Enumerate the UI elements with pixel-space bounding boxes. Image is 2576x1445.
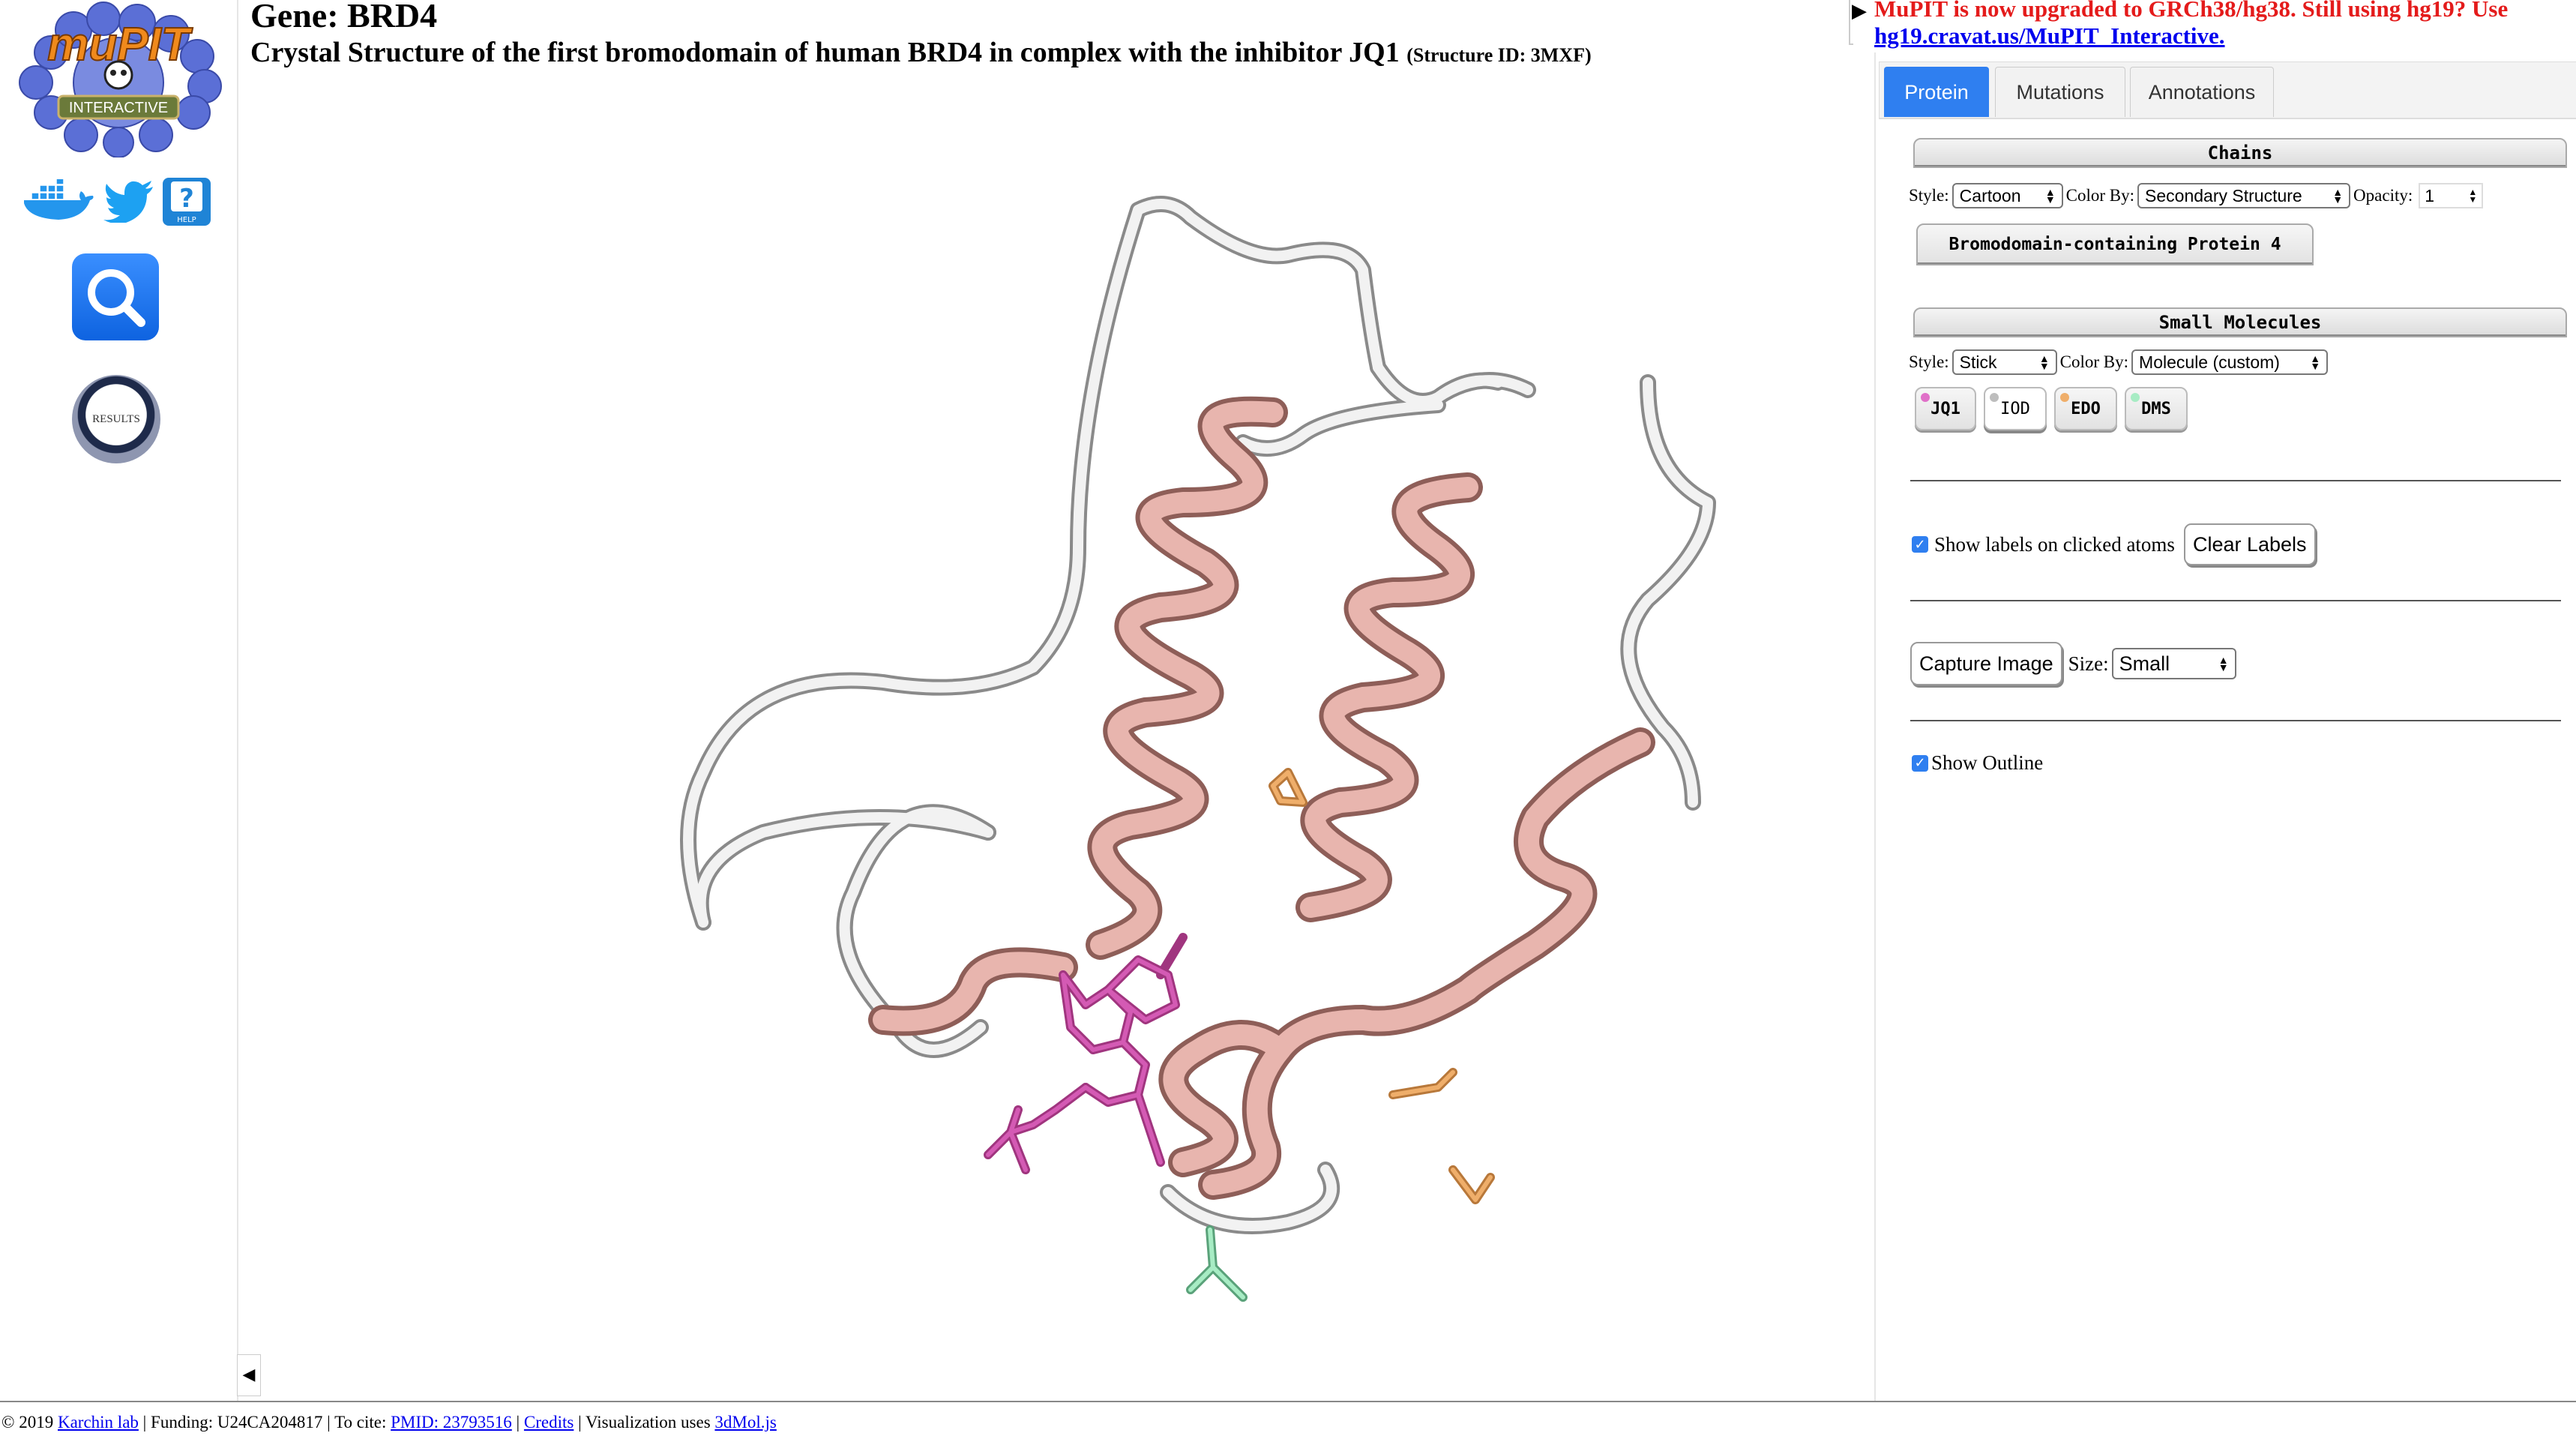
footer-funding: | Funding: U24CA204817 | To cite: bbox=[138, 1413, 391, 1432]
select-arrows-icon: ▲ ▼ bbox=[2218, 654, 2229, 673]
show-labels-checkbox[interactable]: ✓ bbox=[1912, 536, 1928, 553]
results-button[interactable]: RESULTS bbox=[72, 375, 160, 463]
karchin-lab-link[interactable]: Karchin lab bbox=[58, 1413, 139, 1432]
select-arrows-icon: ▲ ▼ bbox=[2310, 352, 2321, 372]
chains-colorby-select[interactable]: Secondary Structure ▲ ▼ bbox=[2137, 183, 2351, 208]
color-dot bbox=[1990, 393, 1999, 402]
show-outline-row: ✓ Show Outline bbox=[1912, 751, 2043, 775]
collapse-sidebar-button[interactable]: ◀ bbox=[237, 1354, 261, 1396]
search-icon bbox=[88, 269, 145, 327]
size-select[interactable]: Small ▲ ▼ bbox=[2111, 648, 2236, 679]
twitter-icon[interactable] bbox=[103, 181, 154, 226]
help-label: HELP bbox=[177, 216, 196, 224]
3dmol-link[interactable]: 3dMol.js bbox=[714, 1413, 776, 1432]
footer-copyright: © 2019 bbox=[1, 1413, 58, 1432]
molecule-buttons: JQ1 IOD EDO DMS bbox=[1915, 387, 2215, 432]
chains-colorby-value: Secondary Structure bbox=[2145, 185, 2302, 205]
upgrade-notice: MuPIT is now upgraded to GRCh38/hg38. St… bbox=[1874, 0, 2564, 49]
structure-title-text: Crystal Structure of the first bromodoma… bbox=[250, 37, 1400, 68]
molecule-button-dms[interactable]: DMS bbox=[2125, 387, 2188, 430]
clear-labels-button[interactable]: Clear Labels bbox=[2183, 523, 2316, 565]
size-label: Size: bbox=[2068, 652, 2109, 675]
molecules-style-select[interactable]: Stick ▲ ▼ bbox=[1951, 349, 2057, 375]
social-links: ? HELP bbox=[21, 177, 211, 230]
chains-style-select[interactable]: Cartoon ▲ ▼ bbox=[1951, 183, 2063, 208]
results-label: RESULTS bbox=[92, 412, 140, 425]
chains-style-label: Style: bbox=[1909, 186, 1949, 205]
chains-colorby-label: Color By: bbox=[2065, 186, 2135, 205]
panel-divider bbox=[1874, 52, 1876, 1402]
divider bbox=[1910, 600, 2561, 601]
color-dot bbox=[2060, 393, 2069, 402]
molecule-button-jq1[interactable]: JQ1 bbox=[1915, 387, 1976, 430]
capture-row: Capture Image Size: Small ▲ ▼ bbox=[1910, 642, 2239, 685]
molecules-colorby-label: Color By: bbox=[2059, 352, 2129, 371]
show-labels-row: ✓ Show labels on clicked atoms Clear Lab… bbox=[1912, 523, 2316, 565]
stepper-icon: ▲ ▼ bbox=[2468, 187, 2478, 205]
mupit-logo[interactable]: muPIT INTERACTIVE bbox=[6, 0, 231, 158]
molecule-label: IOD bbox=[2000, 399, 2030, 418]
tab-mutations[interactable]: Mutations bbox=[1995, 67, 2125, 117]
select-arrows-icon: ▲ ▼ bbox=[2044, 186, 2056, 205]
color-dot bbox=[2131, 393, 2140, 402]
select-arrows-icon: ▲ ▼ bbox=[2332, 186, 2344, 205]
opacity-value: 1 bbox=[2425, 185, 2435, 205]
molecules-colorby-select[interactable]: Molecule (custom) ▲ ▼ bbox=[2131, 349, 2329, 375]
chains-style-row: Style: Cartoon ▲ ▼ Color By: Secondary Str… bbox=[1909, 183, 2484, 208]
molecule-label: JQ1 bbox=[1931, 399, 1960, 418]
logo-subtitle: INTERACTIVE bbox=[69, 100, 168, 116]
show-outline-label: Show Outline bbox=[1931, 751, 2044, 774]
search-button[interactable] bbox=[72, 253, 159, 340]
gene-title: Gene: BRD4 bbox=[250, 0, 438, 34]
docker-icon[interactable] bbox=[21, 177, 96, 228]
molecule-button-iod[interactable]: IOD bbox=[1984, 387, 2047, 430]
pmid-link[interactable]: PMID: 23793516 bbox=[391, 1413, 512, 1432]
help-icon[interactable]: ? HELP bbox=[162, 177, 211, 230]
right-panel: Protein Mutations Annotations Chains Sty… bbox=[1879, 57, 2576, 1399]
notice-toggle-icon[interactable]: ▶ bbox=[1852, 0, 1867, 22]
small-molecules-header: Small Molecules bbox=[1913, 307, 2567, 337]
chain-button-brd4[interactable]: Bromodomain-containing Protein 4 bbox=[1916, 223, 2314, 265]
chains-style-value: Cartoon bbox=[1959, 185, 2021, 205]
show-outline-checkbox[interactable]: ✓ bbox=[1912, 754, 1928, 772]
molecule-label: DMS bbox=[2141, 399, 2171, 418]
opacity-input[interactable]: 1 ▲ ▼ bbox=[2419, 183, 2484, 208]
left-sidebar: muPIT INTERACTIVE ? HELP RESULTS bbox=[0, 0, 238, 1401]
size-value: Small bbox=[2119, 652, 2170, 675]
hg19-link[interactable]: hg19.cravat.us/MuPIT_Interactive. bbox=[1874, 22, 2225, 49]
footer-text: © 2019 Karchin lab | Funding: U24CA20481… bbox=[1, 1413, 777, 1432]
tab-annotations[interactable]: Annotations bbox=[2130, 67, 2274, 117]
capture-image-button[interactable]: Capture Image bbox=[1910, 642, 2062, 685]
footer: © 2019 Karchin lab | Funding: U24CA20481… bbox=[0, 1401, 2576, 1445]
notice-text: MuPIT is now upgraded to GRCh38/hg38. St… bbox=[1874, 0, 2509, 22]
molecules-style-row: Style: Stick ▲ ▼ Color By: Molecule (custo… bbox=[1909, 349, 2331, 375]
footer-separator: | bbox=[511, 1413, 524, 1432]
select-arrows-icon: ▲ ▼ bbox=[2038, 352, 2050, 372]
tab-bar: Protein Mutations Annotations bbox=[1879, 61, 2576, 119]
svg-text:?: ? bbox=[179, 184, 194, 214]
molecules-style-label: Style: bbox=[1909, 352, 1949, 371]
show-labels-label: Show labels on clicked atoms bbox=[1934, 532, 2175, 556]
opacity-label: Opacity: bbox=[2353, 186, 2413, 205]
divider bbox=[1910, 720, 2561, 721]
color-dot bbox=[1921, 393, 1930, 402]
molecules-colorby-value: Molecule (custom) bbox=[2139, 352, 2280, 372]
chains-header: Chains bbox=[1913, 138, 2567, 168]
divider bbox=[1910, 480, 2561, 481]
molecule-label: EDO bbox=[2071, 399, 2101, 418]
molecule-button-edo[interactable]: EDO bbox=[2054, 387, 2117, 430]
molecules-style-value: Stick bbox=[1959, 352, 1997, 372]
molecule-viewer[interactable] bbox=[238, 82, 1873, 1387]
structure-id: (Structure ID: 3MXF) bbox=[1406, 44, 1592, 66]
tab-protein[interactable]: Protein bbox=[1884, 67, 1989, 117]
credits-link[interactable]: Credits bbox=[524, 1413, 574, 1432]
structure-title: Crystal Structure of the first bromodoma… bbox=[250, 36, 1592, 69]
footer-visualization: | Visualization uses bbox=[574, 1413, 715, 1432]
